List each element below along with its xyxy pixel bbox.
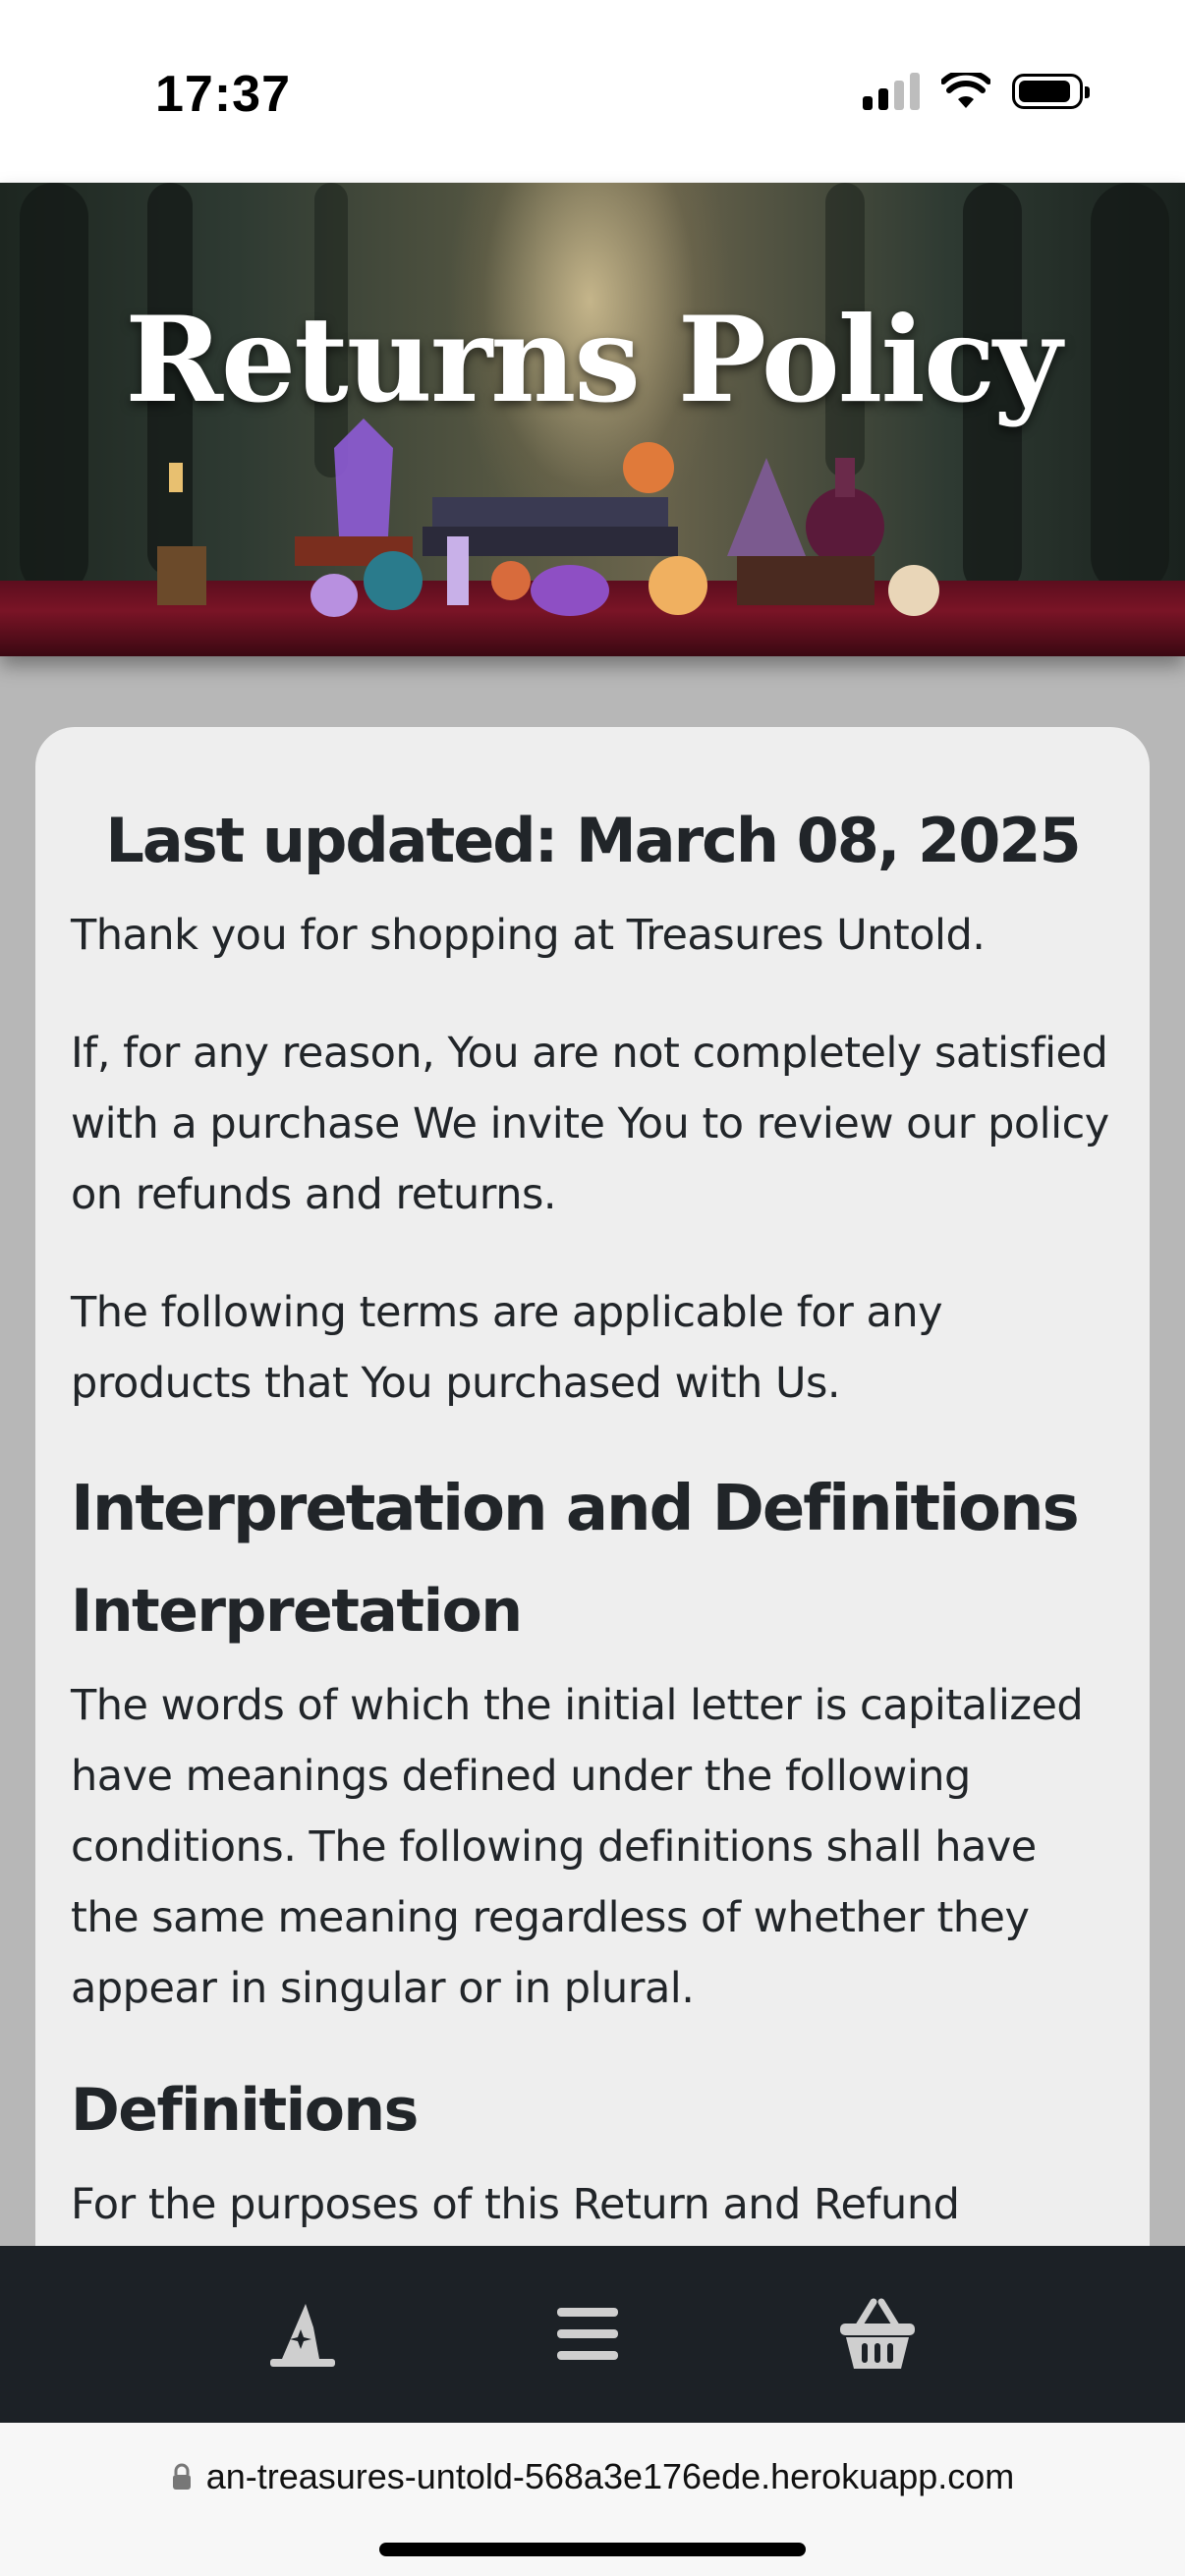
crystals-illustration (157, 419, 939, 617)
bottom-navigation (0, 2246, 1185, 2423)
heading-interpretation-definitions: Interpretation and Definitions (71, 1473, 1080, 1545)
wizard-hat-icon (270, 2304, 335, 2367)
heading-definitions: Definitions (71, 2076, 419, 2145)
cellular-signal-icon (863, 73, 920, 110)
interpretation-paragraph: The words of which the initial letter is… (71, 1681, 1084, 2013)
intro-paragraph-1: Thank you for shopping at Treasures Unto… (71, 911, 986, 960)
lock-icon (172, 2463, 191, 2490)
intro-paragraph-3: The following terms are applicable for a… (71, 1288, 943, 1408)
status-icons (863, 73, 1090, 110)
heading-interpretation: Interpretation (71, 1577, 523, 1646)
hero-banner: Returns Policy (0, 183, 1185, 656)
url-text[interactable]: an-treasures-untold-568a3e176ede.herokua… (206, 2456, 1015, 2497)
intro-paragraph-2: If, for any reason, You are not complete… (71, 1029, 1109, 1219)
nav-basket-button[interactable] (833, 2289, 922, 2378)
wifi-icon (941, 73, 990, 108)
battery-icon (1012, 74, 1090, 109)
nav-home-button[interactable] (257, 2289, 346, 2378)
status-bar: 17:37 (0, 0, 1185, 183)
menu-icon (557, 2308, 618, 2360)
last-updated-heading: Last updated: March 08, 2025 (105, 805, 1081, 876)
definitions-paragraph: For the purposes of this Return and Refu… (71, 2180, 960, 2229)
policy-card: Last updated: March 08, 2025 Thank you f… (35, 727, 1150, 2260)
shopping-basket-icon (840, 2298, 915, 2369)
status-time: 17:37 (155, 66, 291, 123)
page-title: Returns Policy (125, 291, 1062, 429)
home-indicator[interactable] (379, 2543, 806, 2556)
nav-menu-button[interactable] (543, 2289, 632, 2378)
